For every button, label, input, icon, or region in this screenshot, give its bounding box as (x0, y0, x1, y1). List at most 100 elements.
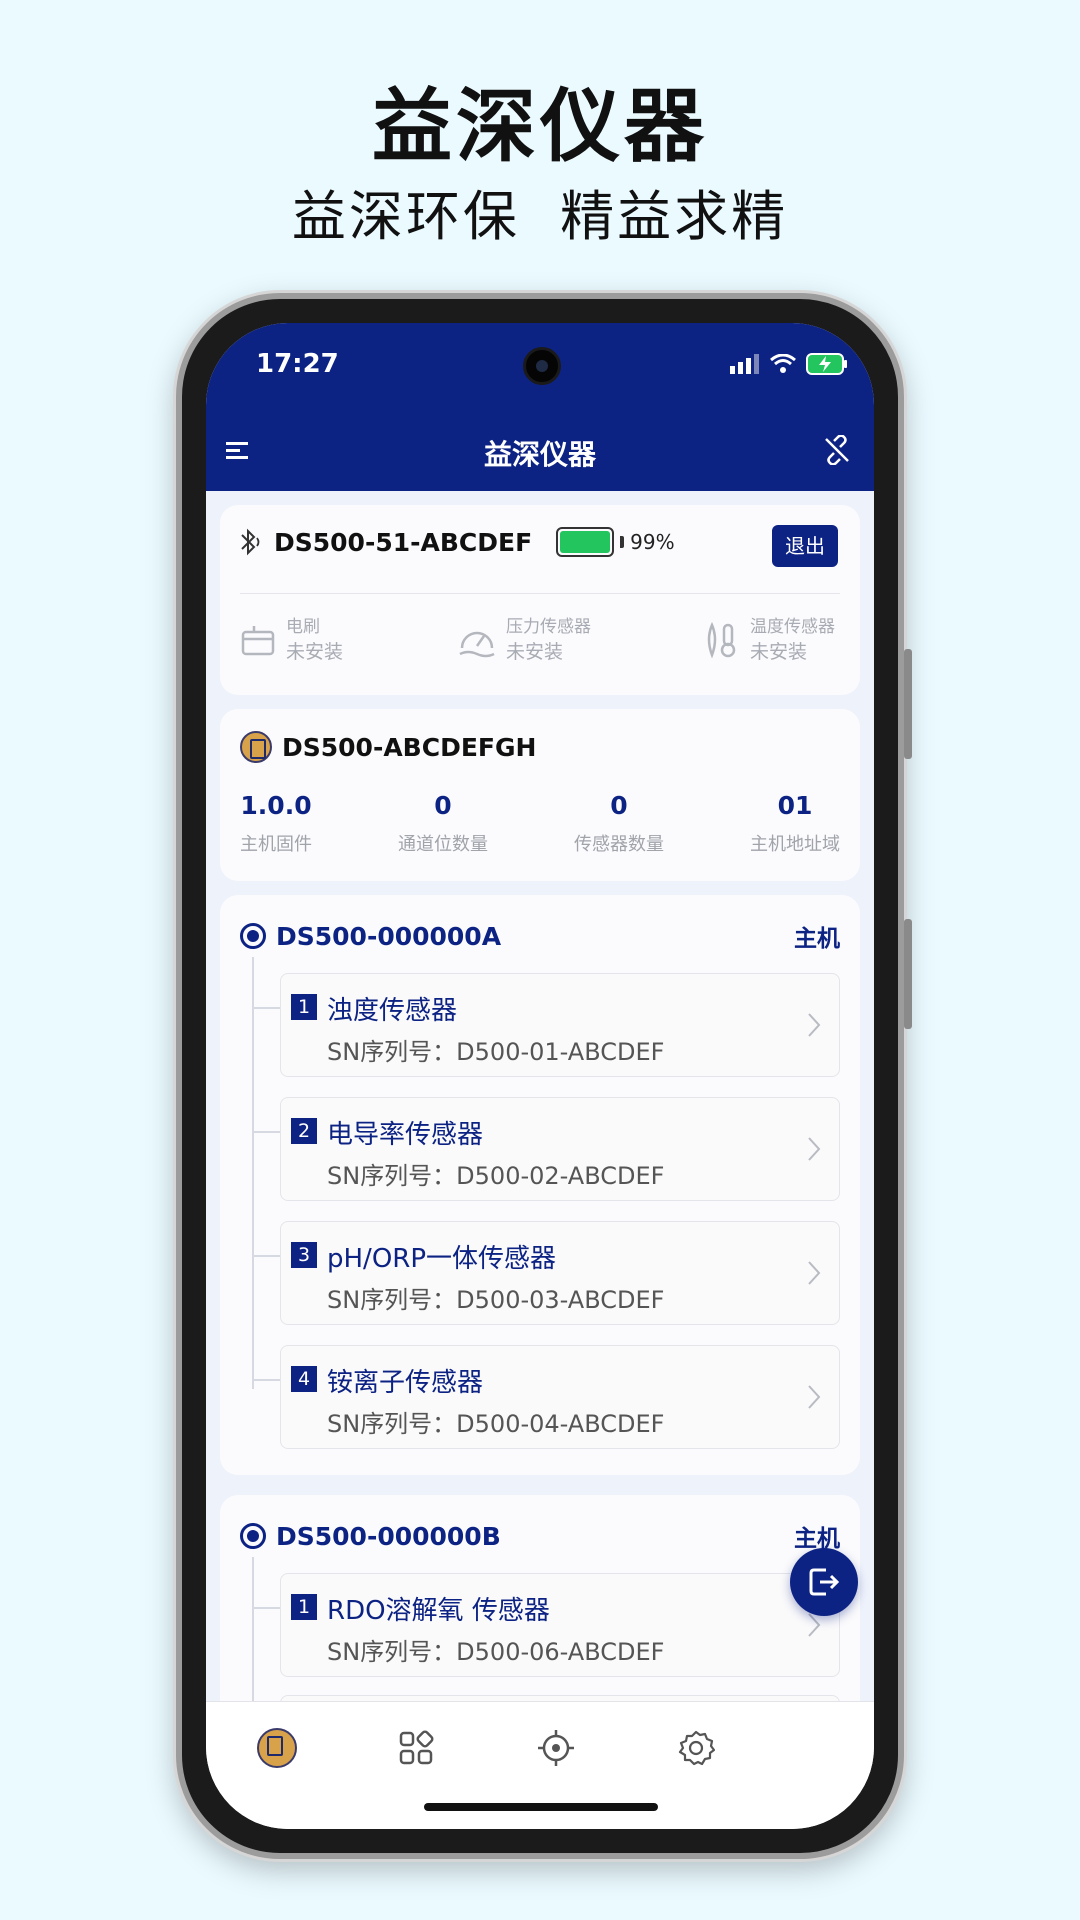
device-row: DS500-51-ABCDEF 99% (238, 527, 675, 557)
brush-status: 电刷 未安装 (240, 615, 343, 665)
sensor-sn: SN序列号：D500-06-ABCDEF (327, 1638, 665, 1666)
power-button (904, 919, 912, 1029)
battery-percent: 99% (630, 530, 675, 554)
sensor-index: 4 (291, 1366, 317, 1392)
temperature-label: 温度传感器 (750, 617, 835, 637)
nav-title: 益深仪器 (483, 438, 596, 471)
sensor-name: RDO溶解氧 传感器 (327, 1596, 550, 1626)
sensor-sn: SN序列号：D500-04-ABCDEF (327, 1410, 665, 1438)
tree-branch (252, 1007, 280, 1009)
pressure-status: 压力传感器 未安装 (458, 615, 591, 665)
crosshair-icon (538, 1730, 574, 1766)
stat-value: 0 (434, 791, 452, 820)
host-row: DS500-ABCDEFGH (240, 731, 536, 763)
node-header: DS500-000000B 主机 (240, 1519, 840, 1553)
node-name: DS500-000000B (276, 1521, 501, 1551)
sensor-item[interactable]: 1 RDO溶解氧 传感器 SN序列号：D500-06-ABCDEF (280, 1573, 840, 1677)
home-indicator[interactable] (424, 1803, 658, 1811)
bottom-tabbar (206, 1701, 874, 1829)
logout-fab[interactable] (790, 1548, 858, 1616)
stat-address: 01 主机地址域 (750, 791, 840, 856)
stat-firmware: 1.0.0 主机固件 (240, 791, 312, 856)
brush-icon (241, 626, 275, 656)
tree-branch (252, 1255, 280, 1257)
logout-icon (809, 1568, 840, 1596)
node-card: DS500-000000B 主机 1 RDO溶解氧 传感器 SN序列号：D500… (220, 1495, 860, 1701)
stat-sensors: 0 传感器数量 (574, 791, 664, 856)
host-stats: 1.0.0 主机固件 0 通道位数量 0 传感器数量 01 主机地址域 (220, 791, 860, 856)
wifi-icon (770, 354, 796, 373)
host-card: DS500-ABCDEFGH 1.0.0 主机固件 0 通道位数量 0 传感器数… (220, 709, 860, 881)
brand-logo-icon (240, 731, 272, 763)
stat-value: 1.0.0 (240, 791, 312, 820)
tab-apps[interactable] (392, 1724, 440, 1772)
tab-settings[interactable] (672, 1724, 720, 1772)
device-name: DS500-51-ABCDEF (274, 527, 533, 557)
link-off-icon[interactable] (822, 435, 852, 465)
tree-branch (252, 1607, 280, 1609)
pressure-label: 压力传感器 (506, 617, 591, 637)
chevron-right-icon (808, 1385, 821, 1409)
main-content: DS500-51-ABCDEF 99% 退出 电刷 未安装 压力传感器 未安装 … (206, 491, 874, 1701)
sensor-index: 1 (291, 994, 317, 1020)
stat-caption: 主机固件 (240, 834, 312, 855)
bluetooth-icon (241, 528, 260, 556)
stat-value: 0 (610, 791, 628, 820)
volume-button (904, 649, 912, 759)
brush-label: 电刷 (286, 617, 320, 637)
home-logo-icon (257, 1728, 297, 1768)
apps-grid-icon (399, 1730, 434, 1765)
screen: 17:27 益深仪器 DS500-51-ABCDEF 99% 退出 电刷 未安装… (206, 323, 874, 1829)
temperature-status: 温度传感器 未安装 (704, 615, 835, 665)
radio-selected-icon[interactable] (240, 923, 266, 949)
tab-home[interactable] (253, 1724, 301, 1772)
stat-caption: 通道位数量 (398, 834, 488, 855)
radio-selected-icon[interactable] (240, 1523, 266, 1549)
node-header: DS500-000000A 主机 (240, 919, 840, 953)
status-icons (730, 353, 848, 375)
battery-status-icon (806, 353, 847, 375)
tab-locate[interactable] (532, 1724, 580, 1772)
phone-frame: 17:27 益深仪器 DS500-51-ABCDEF 99% 退出 电刷 未安装… (176, 293, 912, 1859)
stat-value: 01 (777, 791, 813, 820)
chevron-right-icon (808, 1137, 821, 1161)
pressure-value: 未安装 (506, 641, 564, 663)
tree-branch (252, 1379, 280, 1381)
device-card: DS500-51-ABCDEF 99% 退出 电刷 未安装 压力传感器 未安装 … (220, 505, 860, 695)
brush-value: 未安装 (286, 641, 344, 663)
sensor-sn: SN序列号：D500-01-ABCDEF (327, 1038, 665, 1066)
node-card: DS500-000000A 主机 1 浊度传感器 SN序列号：D500-01-A… (220, 895, 860, 1475)
exit-button[interactable]: 退出 (772, 525, 838, 567)
battery-fill (560, 531, 610, 553)
tree-line (252, 957, 254, 1389)
top-navbar: 益深仪器 (206, 413, 874, 491)
stat-caption: 传感器数量 (574, 834, 664, 855)
sensor-index: 1 (291, 1594, 317, 1620)
chevron-right-icon (808, 1013, 821, 1037)
battery-icon (556, 527, 615, 557)
card-divider (240, 593, 840, 594)
gear-icon (678, 1730, 715, 1766)
status-time: 17:27 (256, 349, 339, 379)
sensor-item[interactable]: 1 浊度传感器 SN序列号：D500-01-ABCDEF (280, 973, 840, 1077)
sensor-name: 浊度传感器 (327, 996, 458, 1026)
camera-cutout (523, 347, 561, 385)
sensor-name: 铵离子传感器 (327, 1368, 484, 1398)
sensor-item[interactable]: 4 铵离子传感器 SN序列号：D500-04-ABCDEF (280, 1345, 840, 1449)
promo-title: 益深仪器 (372, 80, 708, 173)
promo-subtitle: 益深环保 精益求精 (291, 185, 789, 248)
chevron-right-icon (808, 1613, 821, 1637)
tree-branch (252, 1131, 280, 1133)
sensor-sn: SN序列号：D500-02-ABCDEF (327, 1162, 665, 1190)
signal-icon (730, 354, 759, 374)
sensor-name: pH/ORP一体传感器 (327, 1244, 557, 1274)
device-battery: 99% (556, 527, 675, 557)
sensor-item[interactable]: 3 pH/ORP一体传感器 SN序列号：D500-03-ABCDEF (280, 1221, 840, 1325)
sensor-index: 2 (291, 1118, 317, 1144)
thermometer-icon (707, 621, 736, 659)
temperature-value: 未安装 (750, 641, 808, 663)
tree-line (252, 1557, 254, 1701)
sensor-item[interactable]: 2 电导率传感器 SN序列号：D500-02-ABCDEF (280, 1097, 840, 1201)
sensor-index: 3 (291, 1242, 317, 1268)
battery-cap (620, 536, 625, 548)
